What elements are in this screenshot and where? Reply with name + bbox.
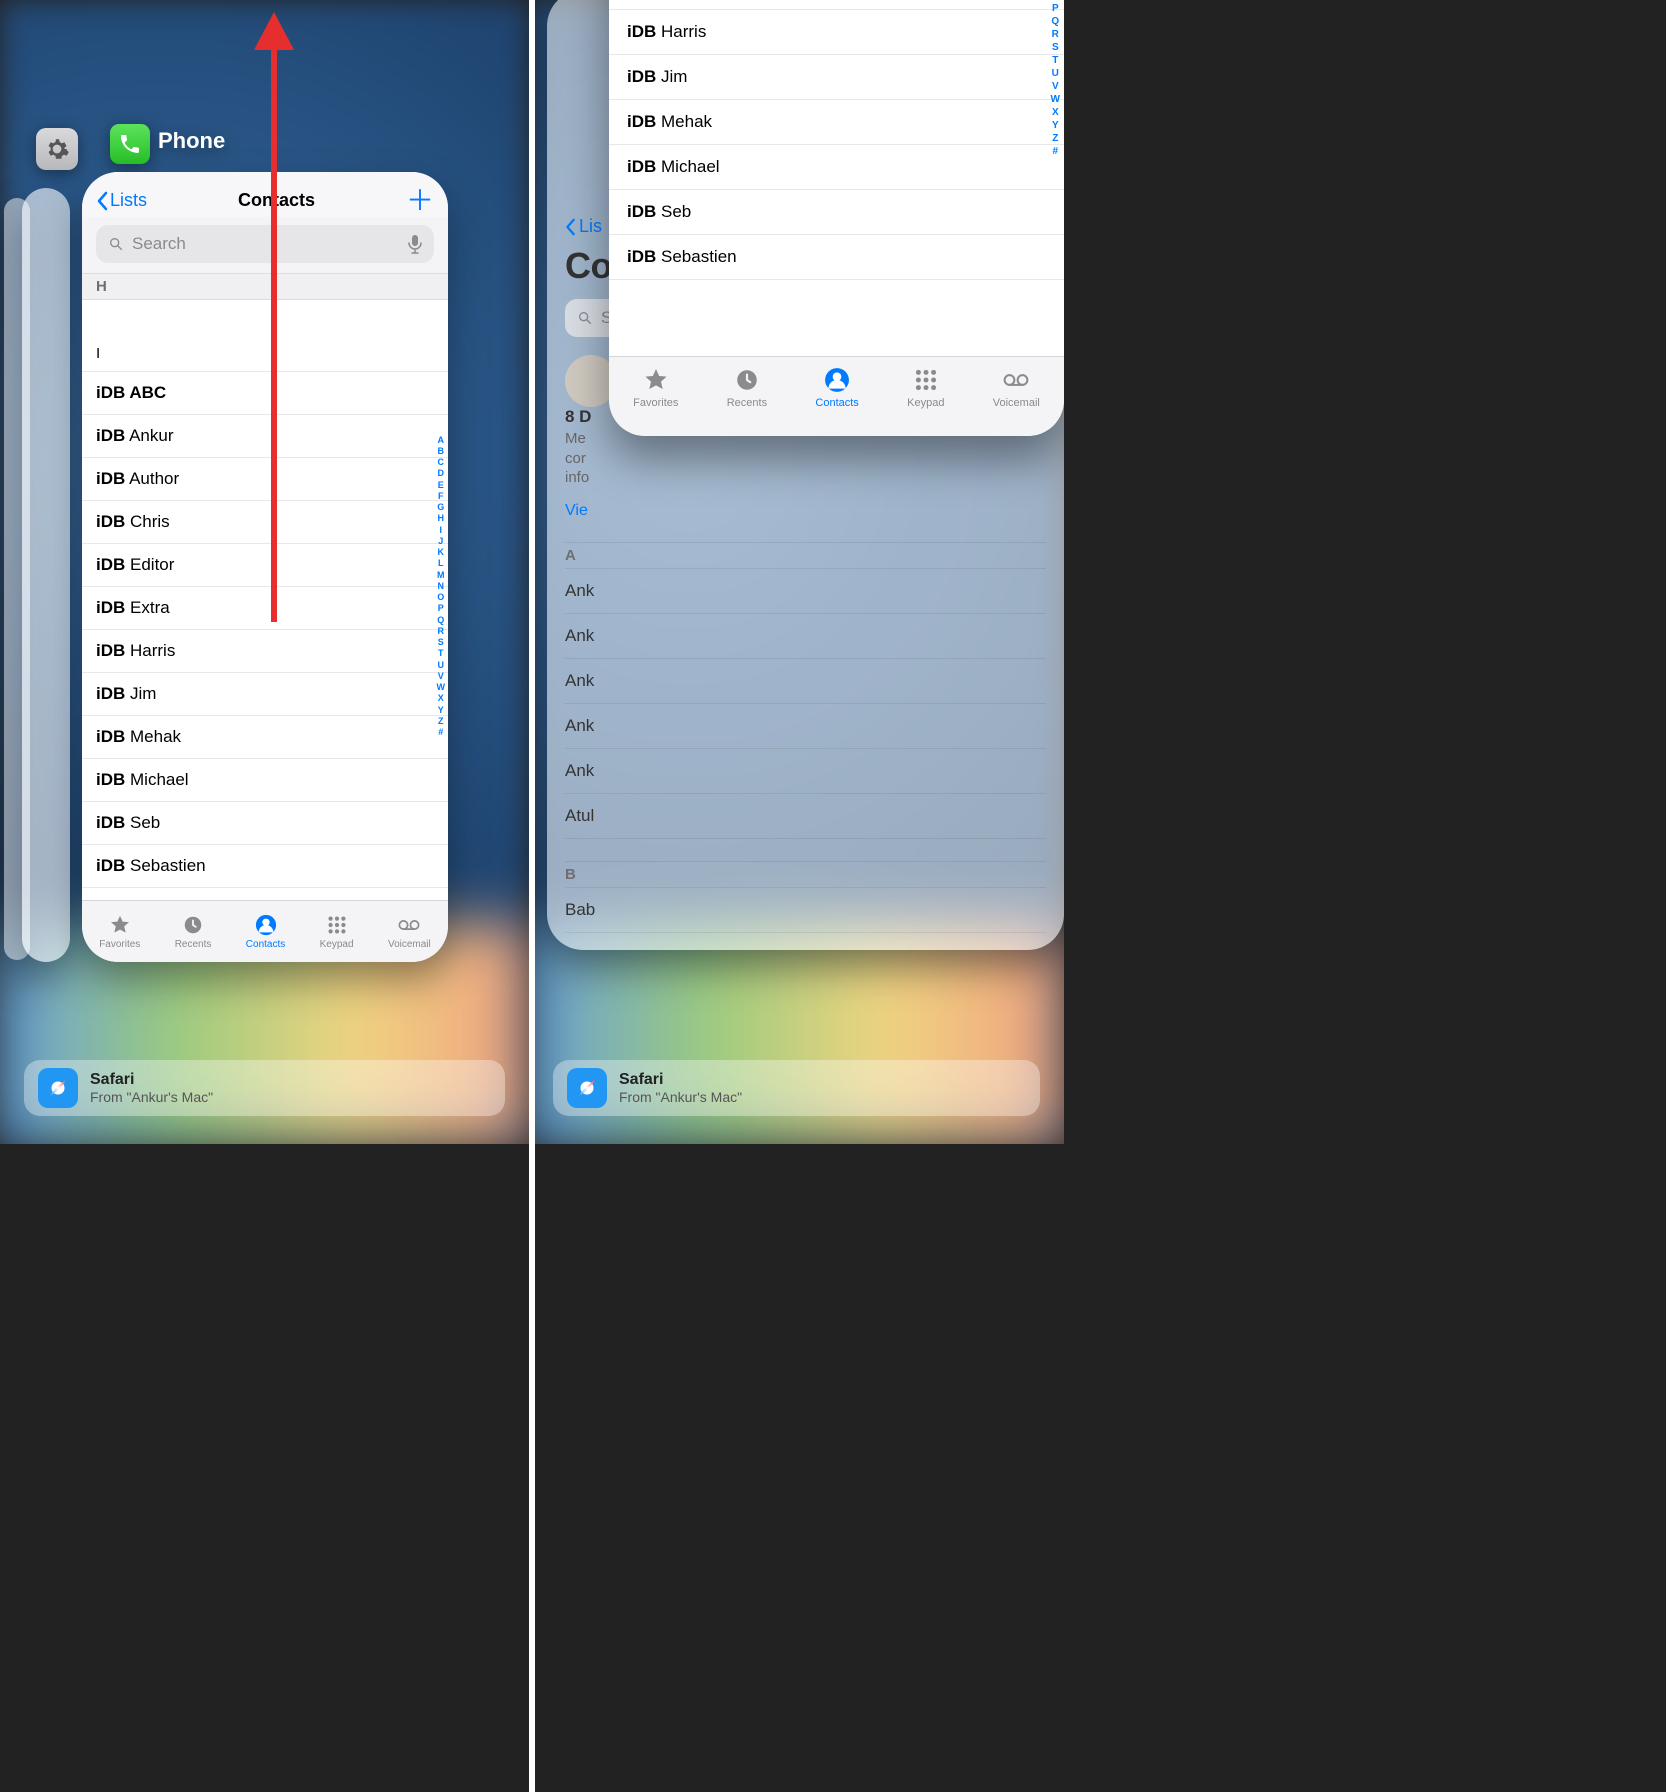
tab-label: Voicemail bbox=[388, 939, 431, 950]
phone-app-card-front[interactable]: iDB EditoriDB ExtraiDB HarrisiDB JimiDB … bbox=[609, 0, 1064, 436]
handoff-subtitle: From "Ankur's Mac" bbox=[90, 1089, 213, 1105]
contact-row[interactable]: Bab bbox=[565, 888, 1046, 933]
app-card-stack-layer[interactable] bbox=[22, 188, 70, 962]
tab-label: Favorites bbox=[99, 939, 140, 950]
alpha-index[interactable]: JKLMNOPQRSTUVWXYZ# bbox=[1051, 0, 1060, 158]
tab-contacts[interactable]: Contacts bbox=[246, 914, 285, 950]
contact-row[interactable]: Ank bbox=[565, 614, 1046, 659]
dictate-icon[interactable] bbox=[408, 234, 422, 254]
contact-row[interactable]: iDB Jim bbox=[609, 55, 1064, 100]
tab-favorites[interactable]: Favorites bbox=[633, 367, 678, 409]
contact-row[interactable]: iDB Editor bbox=[82, 544, 448, 587]
keypad-icon bbox=[913, 367, 939, 393]
contacts-list[interactable]: H I iDB ABCiDB AnkuriDB AuthoriDB Chrisi… bbox=[82, 273, 448, 900]
clock-icon bbox=[182, 914, 204, 936]
star-icon bbox=[109, 914, 131, 936]
tab-favorites[interactable]: Favorites bbox=[99, 914, 140, 950]
tab-bar: Favorites Recents Contacts Keypad Voicem… bbox=[609, 356, 1064, 436]
contact-row[interactable]: Ank bbox=[565, 749, 1046, 794]
duplicates-subtitle: Me cor info bbox=[565, 429, 1046, 488]
tab-keypad[interactable]: Keypad bbox=[320, 914, 354, 950]
tab-recents[interactable]: Recents bbox=[175, 914, 212, 950]
contact-row[interactable]: iDB Mehak bbox=[82, 716, 448, 759]
back-lists-button[interactable]: Lists bbox=[96, 190, 147, 211]
search-icon bbox=[577, 310, 593, 326]
contact-row[interactable]: iDB Extra bbox=[609, 0, 1064, 10]
handoff-title: Safari bbox=[619, 1071, 742, 1089]
section-header-b: B bbox=[565, 861, 1046, 888]
panel-divider bbox=[529, 0, 535, 1792]
tab-bar: Favorites Recents Contacts Keypad Voicem… bbox=[82, 900, 448, 962]
contact-row[interactable]: iDB Sebastien bbox=[82, 845, 448, 888]
contact-row[interactable]: Ank bbox=[565, 659, 1046, 704]
keypad-icon bbox=[326, 914, 348, 936]
tab-label: Favorites bbox=[633, 397, 678, 409]
back-label: Lists bbox=[110, 190, 147, 211]
voicemail-icon bbox=[398, 914, 420, 936]
phone-app-icon[interactable] bbox=[110, 124, 150, 164]
add-contact-button[interactable]: ＋ bbox=[406, 191, 434, 211]
tab-recents[interactable]: Recents bbox=[727, 367, 767, 409]
handoff-subtitle: From "Ankur's Mac" bbox=[619, 1089, 742, 1105]
contacts-list[interactable]: iDB EditoriDB ExtraiDB HarrisiDB JimiDB … bbox=[609, 0, 1064, 356]
settings-app-icon bbox=[36, 128, 78, 170]
contact-row[interactable]: iDB Seb bbox=[609, 190, 1064, 235]
contact-row[interactable]: iDB Ankur bbox=[82, 415, 448, 458]
contact-row[interactable]: iDB Jim bbox=[82, 673, 448, 716]
contact-row[interactable]: iDB Michael bbox=[609, 145, 1064, 190]
section-header-a: A bbox=[565, 542, 1046, 569]
safari-icon bbox=[38, 1068, 78, 1108]
contact-row[interactable]: Atul bbox=[565, 794, 1046, 839]
phone-app-card[interactable]: Lists Contacts ＋ Search H I iDB ABCiDB A… bbox=[82, 172, 448, 962]
section-header-i: I bbox=[82, 336, 448, 372]
clock-icon bbox=[734, 367, 760, 393]
app-switcher-title: Phone bbox=[158, 128, 225, 154]
contact-row[interactable]: iDB Harris bbox=[609, 10, 1064, 55]
contact-row[interactable]: iDB Extra bbox=[82, 587, 448, 630]
nav-title: Contacts bbox=[238, 190, 315, 211]
tab-contacts[interactable]: Contacts bbox=[815, 367, 858, 409]
tab-voicemail[interactable]: Voicemail bbox=[993, 367, 1040, 409]
safari-icon bbox=[567, 1068, 607, 1108]
star-icon bbox=[643, 367, 669, 393]
handoff-title: Safari bbox=[90, 1071, 213, 1089]
search-icon bbox=[108, 236, 124, 252]
voicemail-icon bbox=[1003, 367, 1029, 393]
tab-label: Recents bbox=[175, 939, 212, 950]
search-field[interactable]: Search bbox=[96, 225, 434, 263]
section-header-h: H bbox=[82, 273, 448, 300]
search-placeholder: Search bbox=[132, 234, 186, 254]
safari-handoff-banner[interactable]: Safari From "Ankur's Mac" bbox=[553, 1060, 1040, 1116]
tab-label: Contacts bbox=[815, 397, 858, 409]
contact-row[interactable]: iDB Mehak bbox=[609, 100, 1064, 145]
contact-row[interactable]: iDB Author bbox=[82, 458, 448, 501]
tab-label: Keypad bbox=[907, 397, 944, 409]
contacts-icon bbox=[255, 914, 277, 936]
view-duplicates-link[interactable]: Vie bbox=[565, 502, 1046, 520]
contact-row[interactable]: Ank bbox=[565, 704, 1046, 749]
tab-label: Voicemail bbox=[993, 397, 1040, 409]
contacts-icon bbox=[824, 367, 850, 393]
alpha-index[interactable]: ABCDEFGHIJKLMNOPQRSTUVWXYZ# bbox=[437, 273, 446, 900]
contact-row[interactable]: iDB Michael bbox=[82, 759, 448, 802]
tab-keypad[interactable]: Keypad bbox=[907, 367, 944, 409]
contact-row[interactable]: Ank bbox=[565, 569, 1046, 614]
tab-label: Keypad bbox=[320, 939, 354, 950]
contact-row[interactable]: iDB Sebastien bbox=[609, 235, 1064, 280]
contact-row[interactable]: iDB Harris bbox=[82, 630, 448, 673]
tab-label: Contacts bbox=[246, 939, 285, 950]
contact-row[interactable]: iDB Seb bbox=[82, 802, 448, 845]
safari-handoff-banner[interactable]: Safari From "Ankur's Mac" bbox=[24, 1060, 505, 1116]
contact-row[interactable]: iDB ABC bbox=[82, 372, 448, 415]
back-label: Lis bbox=[579, 216, 602, 237]
nav-bar: Lists Contacts ＋ bbox=[82, 172, 448, 217]
tab-label: Recents bbox=[727, 397, 767, 409]
tab-voicemail[interactable]: Voicemail bbox=[388, 914, 431, 950]
contact-row[interactable]: iDB Chris bbox=[82, 501, 448, 544]
